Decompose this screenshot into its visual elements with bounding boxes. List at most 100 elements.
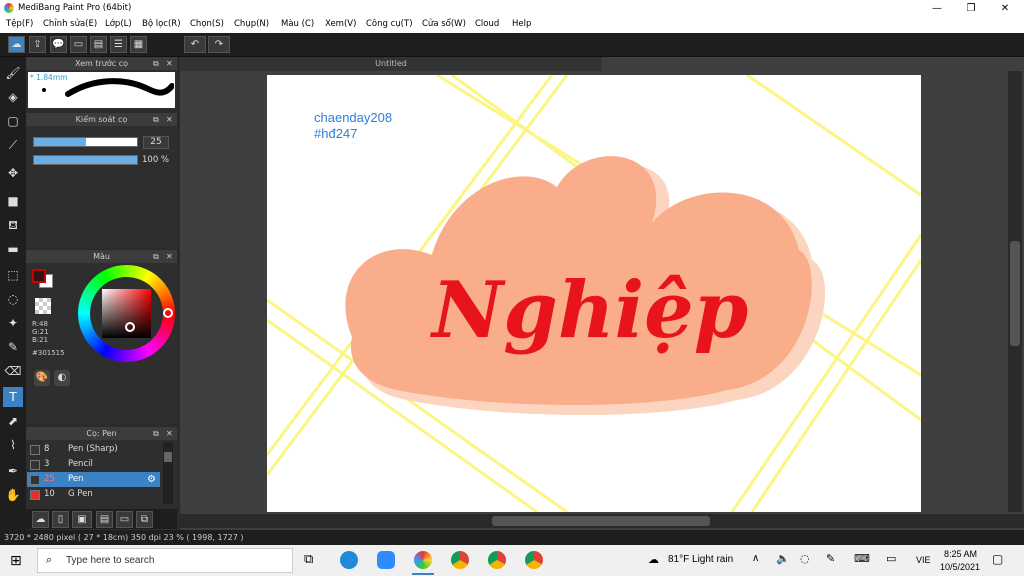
brush-opacity-slider[interactable] — [33, 155, 138, 165]
primary-color-swatch[interactable] — [32, 269, 46, 283]
lasso-icon[interactable]: ◌ — [3, 289, 23, 309]
task-view-icon[interactable]: ⧉ — [304, 552, 313, 567]
brush-item[interactable]: 25 Pen ⚙ — [27, 472, 160, 487]
hue-ring[interactable] — [78, 265, 175, 362]
cloud-brush-icon[interactable]: ☁ — [32, 511, 49, 528]
palette-icon[interactable]: 🎨 — [34, 370, 50, 386]
brush-item[interactable]: 8 Pen (Sharp) — [27, 442, 160, 457]
menu-layer[interactable]: Lớp(L) — [105, 19, 132, 29]
menu-tools[interactable]: Công cụ(T) — [366, 19, 413, 29]
menu-cloud[interactable]: Cloud — [475, 19, 499, 29]
operation-icon[interactable]: ⬈ — [3, 411, 23, 431]
speech-bubble-icon[interactable]: 💬 — [50, 36, 67, 53]
chrome-icon[interactable] — [451, 551, 469, 569]
brush-size-slider[interactable] — [33, 137, 138, 147]
vertical-scroll-thumb[interactable] — [1010, 241, 1020, 346]
menu-filter[interactable]: Bộ lọc(R) — [142, 19, 181, 29]
list-icon[interactable]: ☰ — [110, 36, 127, 53]
panel-title: Kiểm soát cọ — [75, 115, 128, 124]
gradient-icon[interactable]: ▬ — [3, 239, 23, 259]
redo-icon[interactable]: ↷ — [208, 36, 230, 53]
transparent-color-swatch[interactable] — [35, 298, 51, 314]
select-pen-icon[interactable]: ✎ — [3, 337, 23, 357]
clock-time[interactable]: 8:25 AM — [944, 549, 977, 559]
menu-color[interactable]: Màu (C) — [281, 19, 314, 29]
popout-icon[interactable]: ⧉ — [153, 250, 159, 263]
fill-rect-icon[interactable]: ■ — [3, 191, 23, 211]
horizontal-scroll-thumb[interactable] — [492, 516, 710, 526]
eyedropper-icon[interactable]: ✒ — [3, 461, 23, 481]
close-icon[interactable]: ✕ — [166, 427, 173, 440]
menu-help[interactable]: Help — [512, 19, 531, 29]
keyboard-icon[interactable]: ⌨ — [854, 552, 870, 565]
eraser-icon[interactable]: ◈ — [3, 87, 23, 107]
brush-properties-icon[interactable]: ▤ — [96, 511, 113, 528]
new-brush-icon[interactable]: ▯ — [52, 511, 69, 528]
maximize-button[interactable]: ❐ — [954, 0, 988, 17]
notifications-icon[interactable]: ▢ — [992, 552, 1003, 566]
close-icon[interactable]: ✕ — [166, 250, 173, 263]
search-box[interactable]: ⌕ Type here to search — [37, 548, 293, 573]
weather-text[interactable]: 81°F Light rain — [668, 554, 733, 565]
menu-snap[interactable]: Chụp(N) — [234, 19, 269, 29]
popout-icon[interactable]: ⧉ — [153, 113, 159, 126]
grid-icon[interactable]: ▦ — [130, 36, 147, 53]
close-button[interactable]: ✕ — [988, 0, 1022, 17]
bucket-icon[interactable]: ⛾ — [3, 215, 23, 235]
edge-icon[interactable] — [340, 551, 358, 569]
gear-icon[interactable]: ⚙ — [147, 472, 156, 487]
hue-handle[interactable] — [163, 308, 173, 318]
zoom-icon[interactable] — [377, 551, 395, 569]
medibang-icon[interactable] — [414, 551, 432, 569]
drawing-canvas[interactable]: Nghiệp chaenday208 #hđ247 — [267, 75, 921, 512]
chrome-profile-2-icon[interactable] — [525, 551, 543, 569]
menu-file[interactable]: Tệp(F) — [6, 19, 33, 29]
pen-icon[interactable]: ✎ — [826, 552, 835, 565]
menu-select[interactable]: Chọn(S) — [190, 19, 224, 29]
brush-item[interactable]: 10 G Pen — [27, 487, 160, 502]
brush-icon[interactable]: 🖌 — [3, 63, 23, 83]
clock-date[interactable]: 10/5/2021 — [940, 562, 980, 572]
language-indicator[interactable]: VIE — [916, 555, 931, 565]
brush-item[interactable]: 3 Pencil — [27, 457, 160, 472]
chevron-up-icon[interactable]: ∧ — [752, 553, 759, 564]
comment-icon[interactable]: ▭ — [70, 36, 87, 53]
popout-icon[interactable]: ⧉ — [153, 57, 159, 70]
horizontal-scrollbar[interactable] — [180, 514, 1024, 528]
brush-list-scrollbar[interactable] — [163, 442, 173, 504]
display-icon[interactable]: ▭ — [886, 552, 896, 565]
upload-icon[interactable]: ⇪ — [29, 36, 46, 53]
vertical-scrollbar[interactable] — [1008, 71, 1022, 512]
chrome-profile-icon[interactable] — [488, 551, 506, 569]
undo-icon[interactable]: ↶ — [184, 36, 206, 53]
color-picker-handle[interactable] — [125, 322, 135, 332]
select-eraser-icon[interactable]: ⌫ — [3, 361, 23, 381]
network-icon[interactable]: ◌ — [800, 552, 810, 565]
close-icon[interactable]: ✕ — [166, 113, 173, 126]
folder-icon[interactable]: ▭ — [116, 511, 133, 528]
popout-icon[interactable]: ⧉ — [153, 427, 159, 440]
volume-icon[interactable]: 🔈 — [776, 552, 790, 565]
dropper-icon[interactable]: ⌇ — [3, 435, 23, 455]
minimize-button[interactable]: — — [920, 0, 954, 17]
palette-add-icon[interactable]: ◐ — [54, 370, 70, 386]
duplicate-icon[interactable]: ⧉ — [136, 511, 153, 528]
select-rect-icon[interactable]: ⬚ — [3, 265, 23, 285]
hand-icon[interactable]: ✋ — [3, 485, 23, 505]
menu-view[interactable]: Xem(V) — [325, 19, 356, 29]
saturation-square[interactable] — [102, 289, 151, 338]
magic-wand-icon[interactable]: ✦ — [3, 313, 23, 333]
brush-size-value[interactable]: 25 — [143, 136, 169, 149]
move-icon[interactable]: ✥ — [3, 163, 23, 183]
document-tab[interactable]: Untitled — [180, 57, 602, 71]
rectangle-icon[interactable]: ▢ — [3, 111, 23, 131]
close-icon[interactable]: ✕ — [166, 57, 173, 70]
dotted-brush-icon[interactable]: ⟋ — [3, 135, 23, 155]
menu-window[interactable]: Cửa sổ(W) — [422, 19, 466, 29]
windows-start-icon[interactable]: ⊞ — [10, 553, 22, 569]
page-icon[interactable]: ▤ — [90, 36, 107, 53]
menu-edit[interactable]: Chỉnh sửa(E) — [43, 19, 97, 29]
add-brush-menu-icon[interactable]: ▣ — [72, 511, 92, 528]
text-icon[interactable]: T — [3, 387, 23, 407]
cloud-icon[interactable]: ☁ — [8, 36, 25, 53]
